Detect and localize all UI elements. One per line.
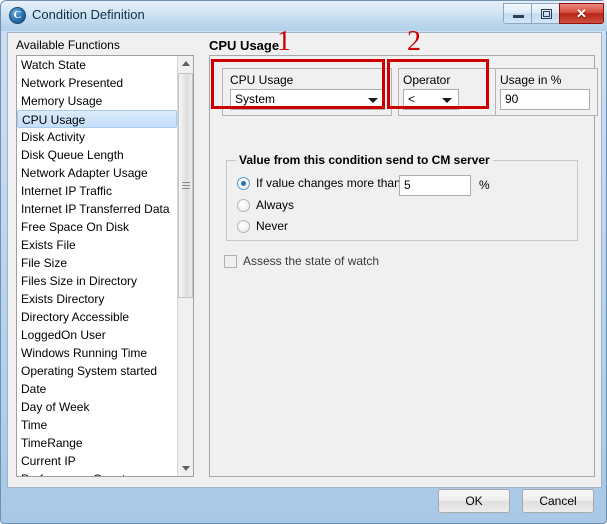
chevron-down-icon xyxy=(442,98,452,103)
available-functions-label: Available Functions xyxy=(16,38,120,52)
page-title: CPU Usage xyxy=(209,38,280,53)
list-item[interactable]: Internet IP Transferred Data xyxy=(17,200,177,218)
title-bar[interactable]: C Condition Definition ✕ xyxy=(1,1,607,31)
minimize-icon xyxy=(513,15,524,18)
list-item[interactable]: Directory Accessible xyxy=(17,308,177,326)
radio-never-label: Never xyxy=(256,219,289,233)
close-icon: ✕ xyxy=(576,6,587,21)
list-item[interactable]: Exists Directory xyxy=(17,290,177,308)
available-functions-listbox[interactable]: Watch State Network Presented Memory Usage… xyxy=(16,55,194,477)
listbox-scrollbar[interactable] xyxy=(177,56,193,476)
radio-button-icon xyxy=(237,199,250,212)
change-threshold-input[interactable]: 5 xyxy=(399,175,471,196)
list-item[interactable]: LoggedOn User xyxy=(17,326,177,344)
scrollbar-thumb[interactable] xyxy=(178,73,193,298)
cpu-usage-source-combo[interactable]: System xyxy=(230,89,385,110)
assess-state-checkbox-label: Assess the state of watch xyxy=(243,254,380,268)
list-item[interactable]: Windows Running Time xyxy=(17,344,177,362)
list-item[interactable]: Day of Week xyxy=(17,398,177,416)
list-item[interactable]: Current IP xyxy=(17,452,177,470)
radio-always-label: Always xyxy=(256,198,295,212)
radio-button-icon xyxy=(237,177,250,190)
dialog-window: C Condition Definition ✕ Available Funct… xyxy=(0,0,607,524)
condition-settings-panel: CPU Usage System Operator < Usage in % 9… xyxy=(209,55,598,477)
annotation-number-2: 2 xyxy=(407,26,421,57)
radio-button-icon xyxy=(237,220,250,233)
list-item[interactable]: Watch State xyxy=(17,56,177,74)
scroll-down-arrow-icon[interactable] xyxy=(178,460,193,476)
maximize-button[interactable] xyxy=(531,3,560,24)
list-item[interactable]: Files Size in Directory xyxy=(17,272,177,290)
list-item[interactable]: Performance Counter xyxy=(17,470,177,476)
list-item[interactable]: Operating System started xyxy=(17,362,177,380)
list-item[interactable]: Date xyxy=(17,380,177,398)
list-item[interactable]: Internet IP Traffic xyxy=(17,182,177,200)
cpu-usage-source-label: CPU Usage xyxy=(230,73,294,87)
annotation-number-1: 1 xyxy=(277,26,291,57)
ok-button[interactable]: OK xyxy=(438,489,510,513)
send-value-groupbox: Value from this condition send to CM ser… xyxy=(226,153,578,241)
cpu-usage-source-group: CPU Usage System xyxy=(222,68,392,116)
list-item[interactable]: File Size xyxy=(17,254,177,272)
app-circle-c-icon: C xyxy=(9,7,26,24)
usage-in-percent-label: Usage in % xyxy=(500,73,562,87)
cpu-usage-source-value: System xyxy=(235,92,276,106)
list-item-selected[interactable]: CPU Usage xyxy=(17,110,177,128)
dialog-client-area: Available Functions Watch State Network P… xyxy=(7,32,602,488)
maximize-icon xyxy=(541,9,552,19)
operator-label: Operator xyxy=(403,73,451,87)
list-item[interactable]: Exists File xyxy=(17,236,177,254)
operator-combo[interactable]: < xyxy=(403,89,459,110)
usage-percent-group: Usage in % 90 xyxy=(496,68,598,116)
radio-if-value-changes-label: If value changes more than xyxy=(256,176,401,190)
function-list: Watch State Network Presented Memory Usage… xyxy=(17,56,177,476)
list-item[interactable]: Disk Queue Length xyxy=(17,146,177,164)
minimize-button[interactable] xyxy=(503,3,532,24)
cancel-button[interactable]: Cancel xyxy=(522,489,594,513)
change-threshold-value: 5 xyxy=(404,178,411,192)
list-item[interactable]: Time xyxy=(17,416,177,434)
list-item[interactable]: TimeRange xyxy=(17,434,177,452)
percent-sign-label: % xyxy=(479,178,490,192)
list-item[interactable]: Memory Usage xyxy=(17,92,177,110)
list-item[interactable]: Network Presented xyxy=(17,74,177,92)
send-value-groupbox-title: Value from this condition send to CM ser… xyxy=(236,153,493,167)
operator-group: Operator < xyxy=(398,68,496,116)
close-button[interactable]: ✕ xyxy=(559,3,604,24)
list-item[interactable]: Disk Activity xyxy=(17,128,177,146)
chevron-down-icon xyxy=(368,98,378,103)
window-controls: ✕ xyxy=(503,3,604,25)
usage-threshold-input[interactable]: 90 xyxy=(500,89,590,110)
scrollbar-grip-icon xyxy=(182,181,190,190)
checkbox-icon[interactable] xyxy=(224,255,237,268)
list-item[interactable]: Network Adapter Usage xyxy=(17,164,177,182)
scroll-up-arrow-icon[interactable] xyxy=(178,56,193,72)
usage-threshold-value: 90 xyxy=(505,92,519,106)
window-title: Condition Definition xyxy=(32,7,145,22)
operator-value: < xyxy=(408,92,416,106)
list-item[interactable]: Free Space On Disk xyxy=(17,218,177,236)
